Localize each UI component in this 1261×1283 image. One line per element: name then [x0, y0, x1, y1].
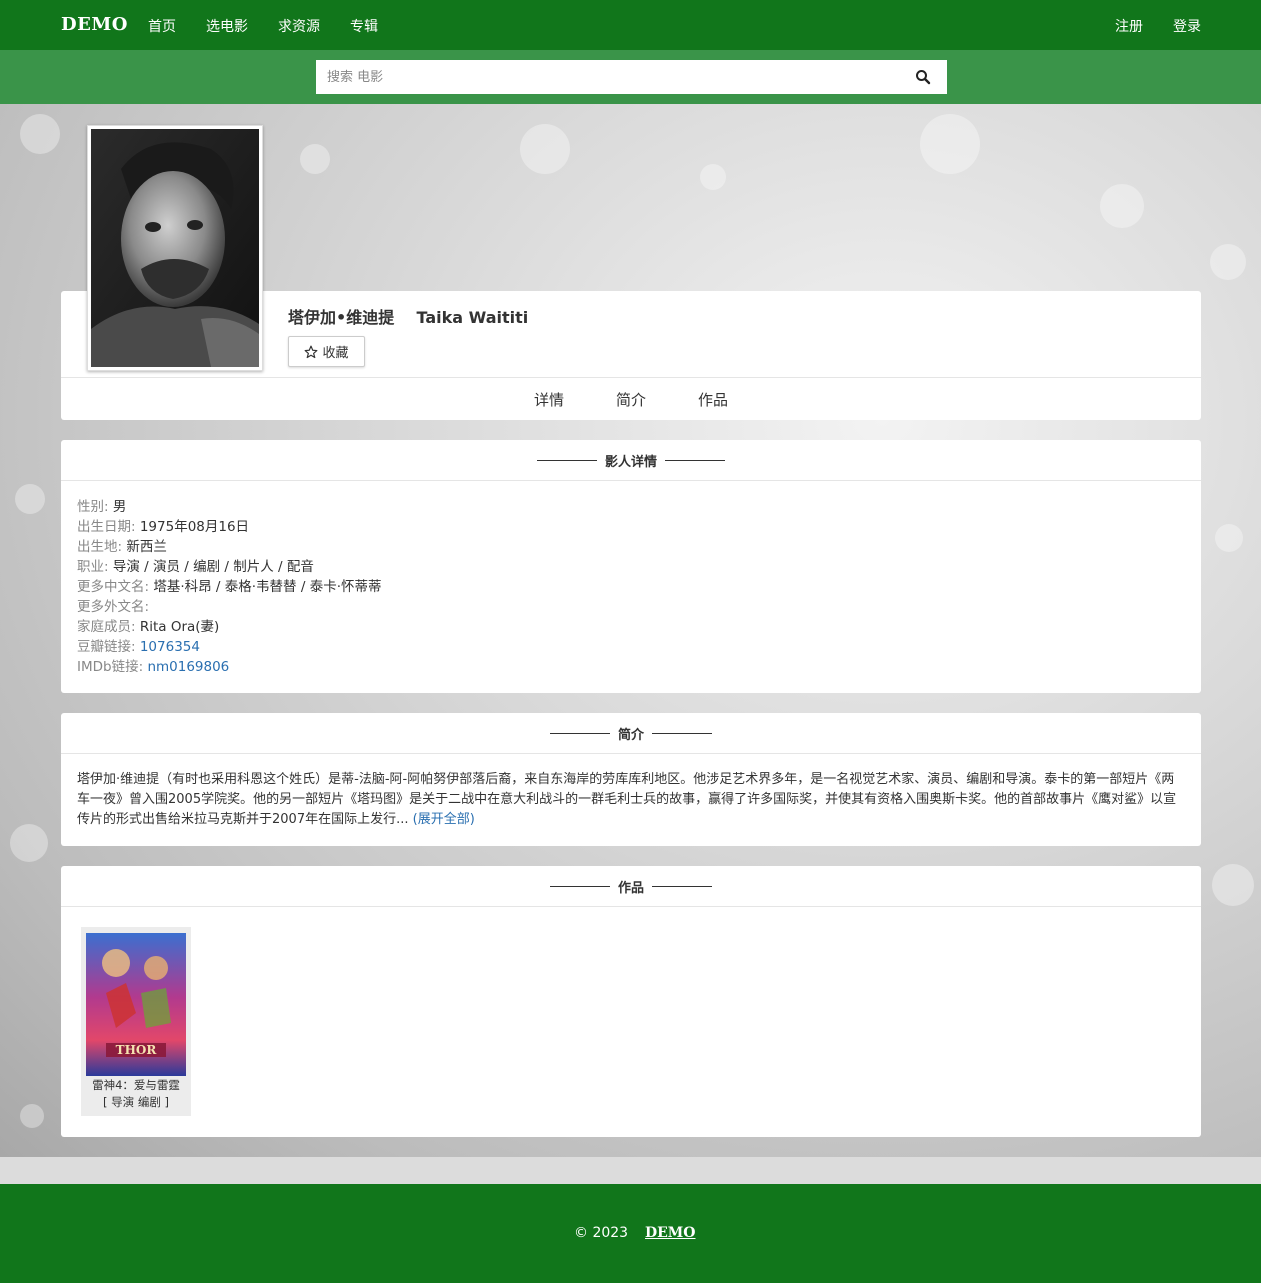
detail-row-family: 家庭成员: Rita Ora(妻)	[77, 617, 381, 637]
header-divider	[61, 377, 1201, 378]
detail-key: 出生地:	[77, 539, 127, 555]
detail-key: 豆瓣链接:	[77, 639, 140, 655]
expand-all-link[interactable]: (展开全部)	[413, 812, 475, 827]
title-line-right	[665, 459, 725, 461]
intro-title-text: 简介	[617, 727, 644, 743]
bokeh-dot	[1215, 524, 1243, 552]
title-line-right	[652, 732, 712, 734]
nav-albums[interactable]: 专辑	[350, 16, 378, 36]
favorite-button[interactable]: 收藏	[288, 336, 365, 367]
details-title-text: 影人详情	[604, 454, 657, 470]
bokeh-dot	[700, 164, 726, 190]
works-card: 作品 THOR 雷神4：爱与雷霆 [ 导演 编剧 ]	[61, 866, 1201, 1137]
person-name: 塔伊加•维迪提 Taika Waititi	[288, 304, 528, 328]
intro-card: 简介 塔伊加·维迪提（有时也采用科恩这个姓氏）是蒂-法脑-阿-阿帕努伊部落后裔，…	[61, 713, 1201, 846]
person-name-cn: 塔伊加•维迪提	[288, 308, 395, 327]
bokeh-dot	[920, 114, 980, 174]
work-role: [ 导演 编剧 ]	[103, 1095, 169, 1109]
tab-intro[interactable]: 简介	[616, 389, 646, 410]
tab-details[interactable]: 详情	[534, 389, 564, 410]
movie-poster[interactable]: THOR	[86, 933, 186, 1076]
title-line-left	[549, 732, 610, 734]
imdb-link[interactable]: nm0169806	[147, 659, 229, 675]
nav-home[interactable]: 首页	[148, 16, 176, 36]
details-list: 性别: 男 出生日期: 1975年08月16日 出生地: 新西兰 职业: 导演 …	[77, 497, 381, 677]
register-link[interactable]: 注册	[1115, 16, 1143, 36]
star-icon	[305, 345, 318, 358]
title-line-left	[549, 885, 610, 887]
footer-spacer	[0, 1157, 1261, 1184]
search-icon[interactable]	[915, 69, 931, 85]
bokeh-dot	[15, 484, 45, 514]
title-line-left	[536, 459, 597, 461]
tab-works[interactable]: 作品	[698, 389, 728, 410]
details-section-title: 影人详情	[61, 440, 1201, 481]
detail-value: Rita Ora(妻)	[139, 619, 220, 635]
bokeh-dot	[20, 1104, 44, 1128]
detail-key: 更多外文名:	[77, 599, 150, 615]
nav-choose-movie[interactable]: 选电影	[206, 16, 248, 36]
bokeh-dot	[20, 114, 60, 154]
bokeh-dot	[1212, 864, 1254, 906]
detail-row-foreign-names: 更多外文名:	[77, 597, 381, 617]
search-input[interactable]	[316, 60, 896, 94]
detail-key: IMDb链接:	[77, 659, 148, 675]
detail-row-imdb: IMDb链接: nm0169806	[77, 657, 381, 677]
detail-row-profession: 职业: 导演 / 演员 / 编剧 / 制片人 / 配音	[77, 557, 381, 577]
intro-text: 塔伊加·维迪提（有时也采用科恩这个姓氏）是蒂-法脑-阿-阿帕努伊部落后裔，来自东…	[77, 770, 1185, 830]
top-navbar: DEMO 首页 选电影 求资源 专辑 注册 登录	[0, 0, 1261, 50]
detail-row-cn-names: 更多中文名: 塔基·科昂 / 泰格·韦替替 / 泰卡·怀蒂蒂	[77, 577, 381, 597]
bokeh-dot	[1100, 184, 1144, 228]
detail-row-birthplace: 出生地: 新西兰	[77, 537, 381, 557]
detail-value: 新西兰	[126, 539, 167, 555]
detail-row-birthdate: 出生日期: 1975年08月16日	[77, 517, 381, 537]
search-box	[316, 60, 947, 94]
svg-text:THOR: THOR	[116, 1043, 158, 1057]
footer: © 2023 DEMO	[0, 1184, 1261, 1283]
works-section-title: 作品	[61, 866, 1201, 907]
detail-row-gender: 性别: 男	[77, 497, 381, 517]
intro-section-title: 简介	[61, 713, 1201, 754]
copyright-text: © 2023	[574, 1225, 629, 1241]
intro-body: 塔伊加·维迪提（有时也采用科恩这个姓氏）是蒂-法脑-阿-阿帕努伊部落后裔，来自东…	[77, 772, 1177, 827]
detail-value: 导演 / 演员 / 编剧 / 制片人 / 配音	[112, 559, 314, 575]
portrait-photo	[91, 129, 259, 367]
detail-value: 塔基·科昂 / 泰格·韦替替 / 泰卡·怀蒂蒂	[153, 579, 382, 595]
bokeh-dot	[520, 124, 570, 174]
detail-value: 男	[112, 499, 127, 515]
bokeh-dot	[1210, 244, 1246, 280]
bokeh-dot	[10, 824, 48, 862]
detail-key: 家庭成员:	[77, 619, 140, 635]
person-name-en: Taika Waititi	[416, 308, 529, 327]
detail-value: 1975年08月16日	[139, 519, 250, 535]
detail-key: 性别:	[77, 499, 113, 515]
search-band	[0, 50, 1261, 104]
work-item[interactable]: THOR 雷神4：爱与雷霆 [ 导演 编剧 ]	[81, 927, 191, 1116]
details-card: 影人详情 性别: 男 出生日期: 1975年08月16日 出生地: 新西兰 职业…	[61, 440, 1201, 693]
footer-brand-link[interactable]: DEMO	[645, 1225, 696, 1241]
douban-link[interactable]: 1076354	[140, 639, 200, 655]
favorite-label: 收藏	[322, 346, 349, 361]
bokeh-dot	[300, 144, 330, 174]
detail-key: 职业:	[77, 559, 113, 575]
nav-request-resource[interactable]: 求资源	[278, 16, 320, 36]
title-line-right	[652, 885, 712, 887]
detail-key: 更多中文名:	[77, 579, 154, 595]
person-avatar	[87, 125, 263, 371]
login-link[interactable]: 登录	[1173, 16, 1201, 36]
detail-key: 出生日期:	[77, 519, 140, 535]
brand-logo[interactable]: DEMO	[61, 14, 128, 35]
works-title-text: 作品	[617, 880, 644, 896]
detail-row-douban: 豆瓣链接: 1076354	[77, 637, 381, 657]
work-title: 雷神4：爱与雷霆	[92, 1078, 180, 1092]
